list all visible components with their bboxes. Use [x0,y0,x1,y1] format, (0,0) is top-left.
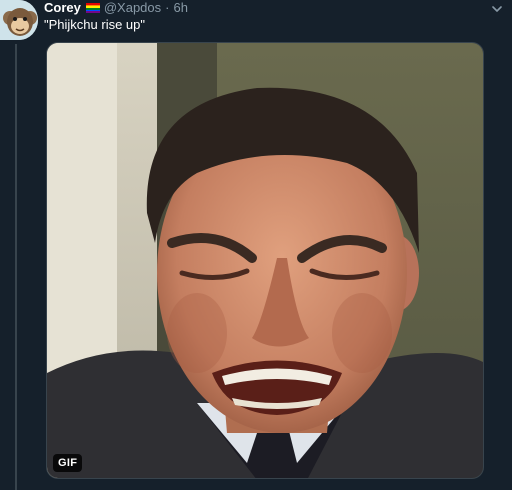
more-options-button[interactable] [490,2,504,16]
chevron-down-icon [492,6,502,12]
tweet-timestamp[interactable]: 6h [174,0,188,16]
header-separator: · [165,0,170,15]
tweet: Corey @Xapdos · 6h "Phijkchu rise up" GI… [0,0,512,490]
monkey-avatar-icon [0,0,38,40]
cringing-man-gif [47,43,483,478]
tweet-text: "Phijkchu rise up" [44,17,145,32]
rainbow-flag-icon [85,3,100,14]
avatar[interactable] [0,0,38,40]
tweet-header: Corey @Xapdos · 6h [44,0,188,16]
thread-line [15,44,17,490]
author-handle[interactable]: @Xapdos [104,0,161,16]
author-name[interactable]: Corey [44,0,81,16]
tweet-media-gif[interactable]: GIF [46,42,484,479]
gif-badge: GIF [53,454,83,472]
